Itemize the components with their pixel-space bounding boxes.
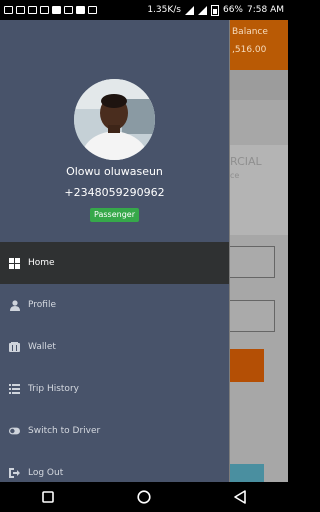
role-badge: Passenger [90, 208, 139, 222]
mail-notification-icon [16, 6, 25, 14]
user-name: Olowu oluwaseun [66, 165, 163, 178]
balance-amount: ,516.00 [232, 45, 267, 55]
network-speed: 1.35K/s [147, 5, 181, 15]
facebook-notification-icon [76, 6, 85, 14]
pickup-field [228, 246, 275, 278]
clock: 7:58 AM [247, 5, 284, 15]
signal-icon [184, 5, 194, 15]
shirt-notification-icon [28, 6, 37, 14]
battery-percent: 66% [222, 5, 243, 15]
status-bar: 1.35K/s 66% 7:58 AM [0, 0, 288, 20]
teal-button [230, 464, 264, 482]
person-icon [9, 299, 20, 311]
circle-icon [137, 490, 151, 504]
avatar-photo-icon [74, 79, 155, 160]
recents-button[interactable] [28, 485, 68, 509]
logout-icon [9, 468, 20, 479]
home-button[interactable] [124, 485, 164, 509]
menu-item-profile[interactable]: Profile [0, 284, 229, 326]
menu-item-wallet[interactable]: Wallet [0, 326, 229, 368]
shop-notification-icon [40, 6, 49, 14]
avatar[interactable] [74, 79, 155, 160]
balance-label: Balance [232, 27, 268, 37]
system-navigation-bar [0, 482, 288, 512]
menu-item-trip-history[interactable]: Trip History [0, 368, 229, 410]
back-triangle-icon [234, 490, 246, 504]
menu-item-label: Switch to Driver [28, 426, 101, 436]
menu-item-home[interactable]: Home [0, 242, 229, 284]
notification-icons [4, 6, 147, 14]
battery-icon [210, 4, 219, 16]
user-phone: +2348059290962 [64, 186, 165, 199]
ride-type-title: RCIAL [230, 155, 262, 168]
drawer-menu: Home Profile Wallet Trip History Switch … [0, 242, 229, 494]
message-notification-icon [64, 6, 73, 14]
ride-type-subtitle: ce [230, 171, 240, 180]
wallet-icon [9, 342, 20, 353]
back-button[interactable] [220, 485, 260, 509]
drawer-edge [229, 20, 230, 482]
menu-item-label: Wallet [28, 342, 56, 352]
toggle-icon [9, 426, 20, 437]
square-icon [42, 491, 54, 503]
profile-header: Olowu oluwaseun +2348059290962 Passenger [0, 20, 229, 242]
mail-notification-icon [88, 6, 97, 14]
youtube-notification-icon [52, 6, 61, 14]
home-grid-icon [9, 257, 20, 269]
request-button [228, 349, 264, 382]
signal-icon [197, 5, 207, 15]
list-icon [9, 384, 20, 395]
ride-type-card: RCIAL ce [228, 145, 288, 235]
menu-item-label: Home [28, 258, 55, 268]
background-band [228, 70, 288, 100]
menu-item-label: Trip History [28, 384, 79, 394]
menu-item-label: Log Out [28, 468, 64, 478]
destination-field [228, 300, 275, 332]
menu-item-label: Profile [28, 300, 56, 310]
balance-header: Balance ,516.00 [228, 20, 288, 70]
gallery-notification-icon [4, 6, 13, 14]
navigation-drawer: Olowu oluwaseun +2348059290962 Passenger… [0, 20, 229, 482]
menu-item-switch-to-driver[interactable]: Switch to Driver [0, 410, 229, 452]
